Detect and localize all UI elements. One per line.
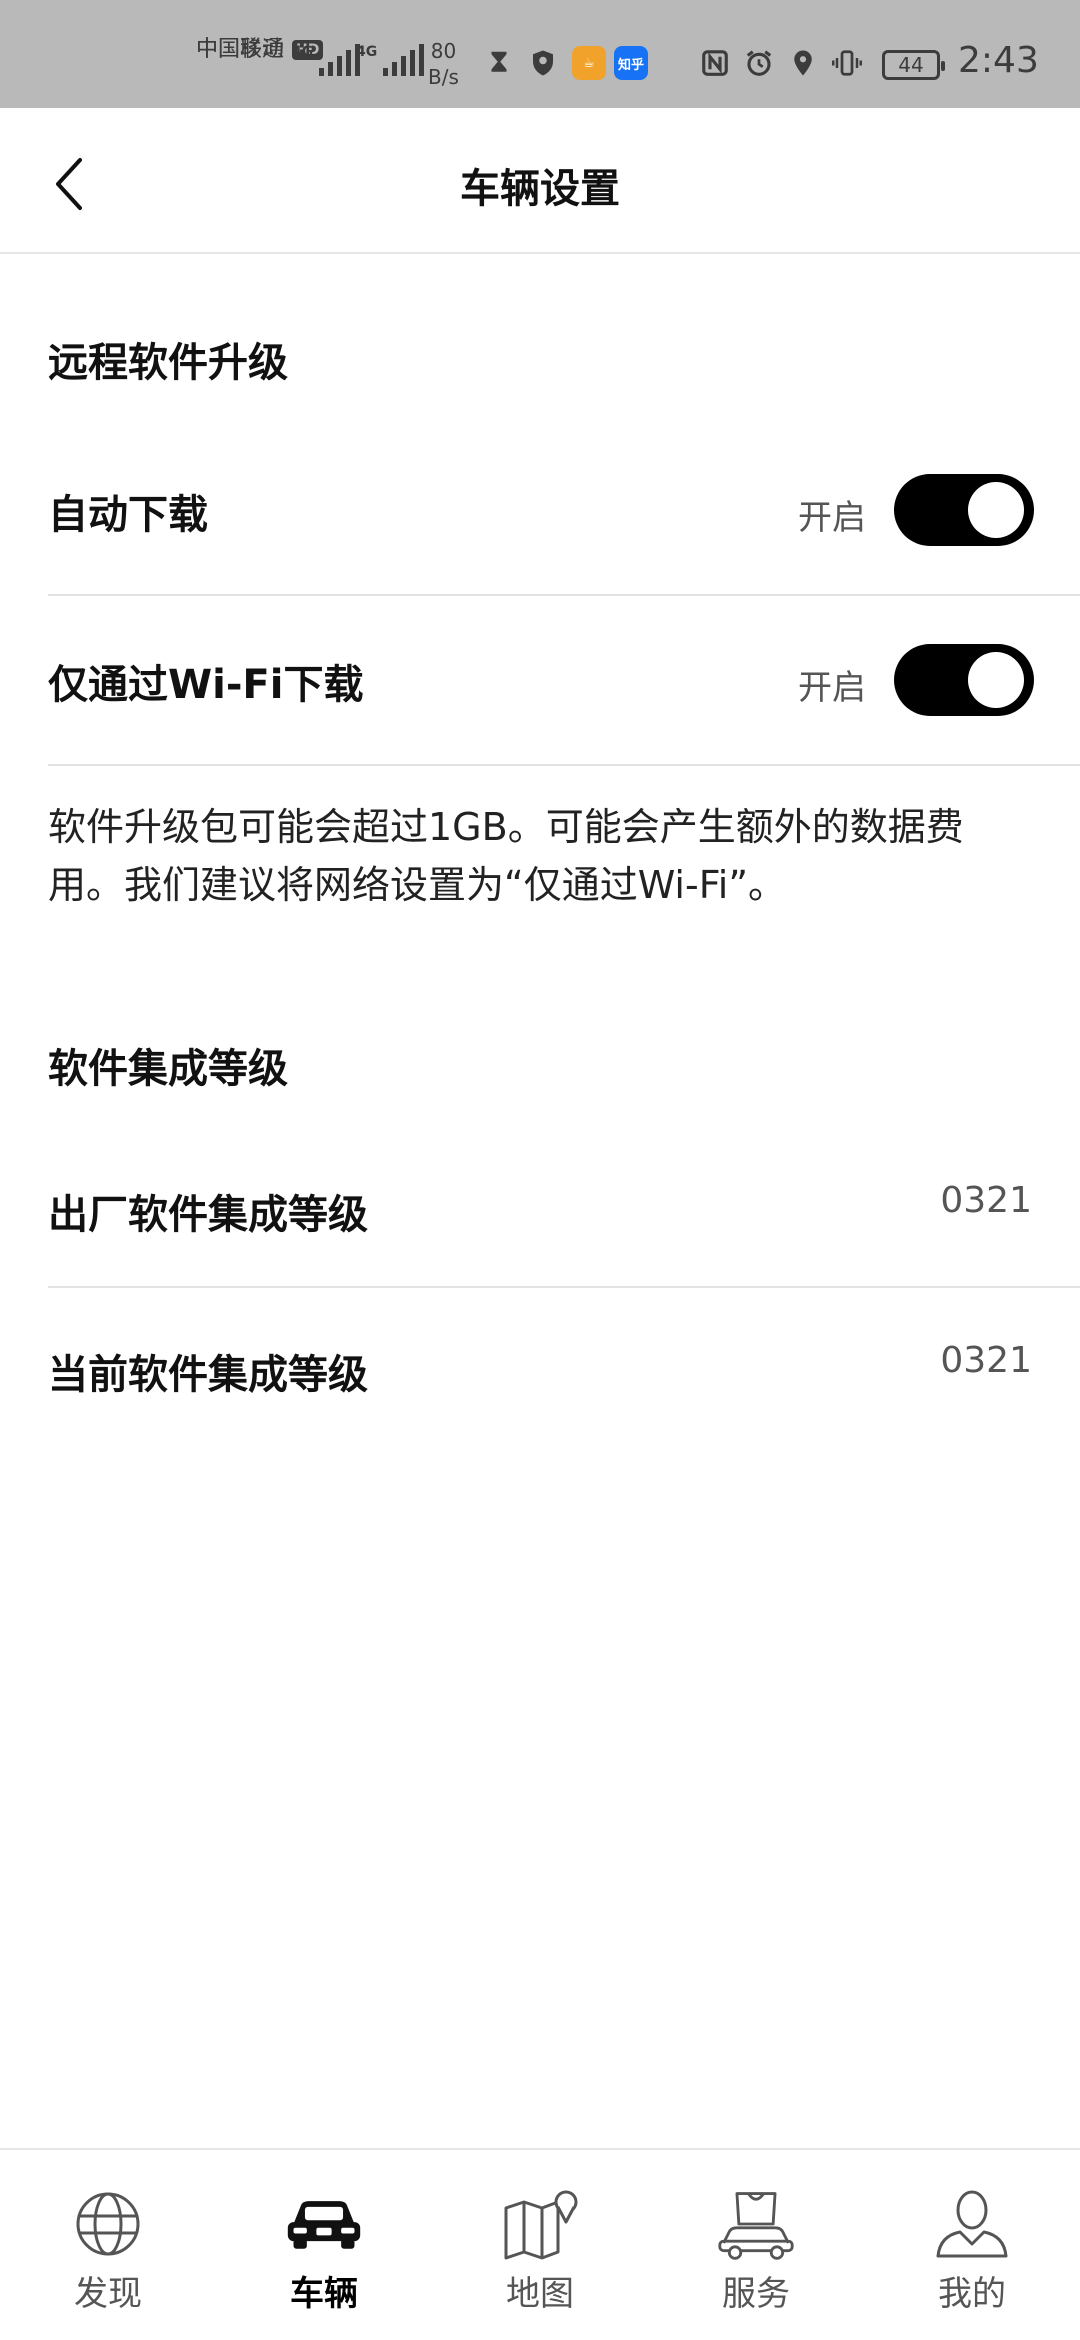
auto-download-row: 自动下载 开启 xyxy=(48,470,1080,570)
globe-icon xyxy=(68,2188,148,2260)
auto-download-toggle[interactable] xyxy=(894,474,1034,546)
profile-icon xyxy=(932,2188,1012,2260)
nav-label-map: 地图 xyxy=(506,2274,574,2314)
wifi-only-toggle[interactable] xyxy=(894,644,1034,716)
nav-label-vehicle: 车辆 xyxy=(290,2274,358,2314)
divider xyxy=(48,1286,1080,1288)
factory-level-value: 0321 xyxy=(940,1180,1032,1221)
divider xyxy=(48,594,1080,596)
wifi-only-label: 仅通过Wi-Fi下载 xyxy=(48,662,364,708)
section-title-integration: 软件集成等级 xyxy=(48,1046,288,1092)
page-title: 车辆设置 xyxy=(460,166,620,212)
speed-unit: B/s xyxy=(428,65,459,89)
map-icon xyxy=(500,2188,580,2260)
status-time: 2:43 xyxy=(958,40,1039,81)
factory-level-label: 出厂软件集成等级 xyxy=(48,1192,368,1238)
coffee-app-icon: ☕ xyxy=(572,46,606,80)
nfc-icon xyxy=(700,48,730,78)
hourglass-icon xyxy=(484,48,514,78)
toggle-knob xyxy=(968,482,1024,538)
network-speed: 80 B/s xyxy=(428,38,459,90)
top-app-bar: 车辆设置 xyxy=(0,108,1080,254)
factory-level-row: 出厂软件集成等级 xyxy=(48,1176,1080,1256)
divider xyxy=(48,764,1080,766)
bottom-navigation: 发现 车辆 地图 服务 我的 xyxy=(0,2148,1080,2340)
wifi-only-row: 仅通过Wi-Fi下载 开启 xyxy=(48,642,1080,742)
upgrade-note: 软件升级包可能会超过1GB。可能会产生额外的数据费用。我们建议将网络设置为“仅通… xyxy=(48,805,964,907)
carrier-2: 中国移动 xyxy=(196,37,285,62)
auto-download-label: 自动下载 xyxy=(48,492,208,538)
alarm-icon xyxy=(744,48,774,78)
service-car-icon xyxy=(716,2188,796,2260)
current-level-row: 当前软件集成等级 xyxy=(48,1336,1080,1416)
section-title-remote-upgrade: 远程软件升级 xyxy=(48,340,288,386)
current-level-label: 当前软件集成等级 xyxy=(48,1352,368,1398)
nav-item-service[interactable]: 服务 xyxy=(648,2150,864,2340)
nav-label-profile: 我的 xyxy=(938,2274,1006,2314)
nav-item-discover[interactable]: 发现 xyxy=(0,2150,216,2340)
toggle-knob xyxy=(968,652,1024,708)
car-icon xyxy=(284,2188,364,2260)
nav-item-vehicle[interactable]: 车辆 xyxy=(216,2150,432,2340)
zhihu-app-icon: 知乎 xyxy=(614,46,648,80)
location-icon xyxy=(788,48,818,78)
speed-value: 80 xyxy=(430,39,457,63)
signal-icon-2: 4G xyxy=(356,44,425,76)
shield-icon xyxy=(528,48,558,78)
network-type-1: 4G xyxy=(292,44,314,60)
nav-label-discover: 发现 xyxy=(74,2274,142,2314)
current-level-value: 0321 xyxy=(940,1340,1032,1381)
wifi-only-state: 开启 xyxy=(798,668,866,708)
nav-item-profile[interactable]: 我的 xyxy=(864,2150,1080,2340)
nav-label-service: 服务 xyxy=(722,2274,790,2314)
nav-item-map[interactable]: 地图 xyxy=(432,2150,648,2340)
battery-icon: 44 xyxy=(882,50,945,80)
auto-download-state: 开启 xyxy=(798,498,866,538)
signal-icon-1: 4G xyxy=(292,44,361,76)
status-bar: 中国联通 HD 中国移动 4G 4G 80 B/s ☕ 知乎 44 2:43 xyxy=(0,0,1080,108)
network-type-2: 4G xyxy=(356,44,378,60)
vibrate-icon xyxy=(832,48,862,78)
